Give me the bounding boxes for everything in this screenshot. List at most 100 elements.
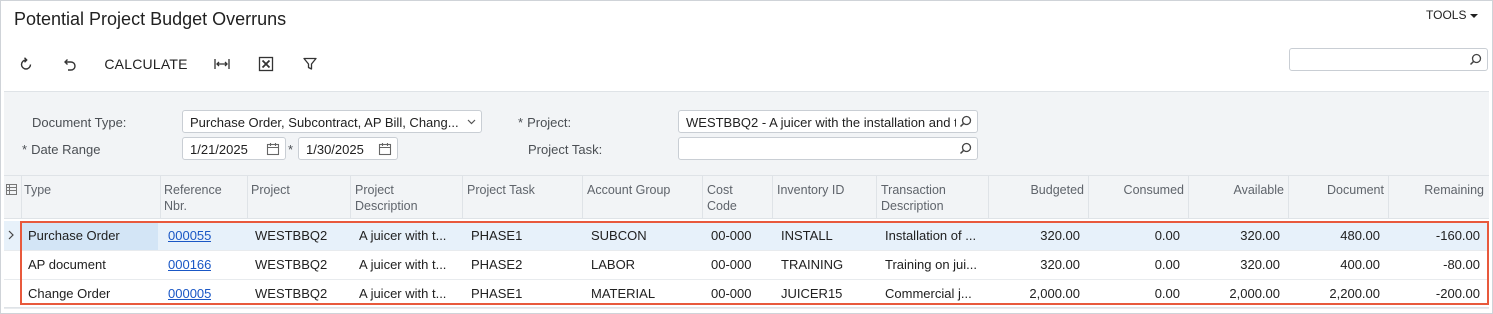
- table-row[interactable]: Purchase Order 000055 WESTBBQ2 A juicer …: [4, 221, 1489, 251]
- cell-account-group[interactable]: LABOR: [591, 257, 635, 272]
- cell-project[interactable]: WESTBBQ2: [255, 228, 327, 243]
- document-type-select[interactable]: Purchase Order, Subcontract, AP Bill, Ch…: [182, 110, 482, 133]
- row-pointer-icon: [8, 230, 14, 240]
- filter-button[interactable]: [298, 50, 322, 78]
- reference-link[interactable]: 000005: [168, 286, 211, 301]
- filter-panel: Document Type: Purchase Order, Subcontra…: [4, 91, 1489, 176]
- col-header-reference[interactable]: Reference Nbr.: [164, 182, 244, 214]
- cell-project[interactable]: WESTBBQ2: [255, 257, 327, 272]
- table-row[interactable]: AP document 000166 WESTBBQ2 A juicer wit…: [4, 250, 1489, 280]
- cell-type[interactable]: AP document: [28, 257, 106, 272]
- excel-icon: [258, 56, 274, 72]
- cell-document[interactable]: 480.00: [1288, 228, 1380, 243]
- col-header-project-description[interactable]: Project Description: [355, 182, 445, 214]
- cell-project-task[interactable]: PHASE1: [471, 286, 522, 301]
- date-from-field[interactable]: 1/21/2025: [182, 137, 286, 160]
- cell-inventory-id[interactable]: JUICER15: [781, 286, 842, 301]
- calculate-button[interactable]: CALCULATE: [100, 50, 192, 78]
- search-icon[interactable]: [959, 142, 972, 155]
- cell-type[interactable]: Purchase Order: [28, 228, 120, 243]
- cell-available[interactable]: 320.00: [1188, 228, 1280, 243]
- cell-document[interactable]: 2,200.00: [1288, 286, 1380, 301]
- grid-header: Type Reference Nbr. Project Project Desc…: [4, 176, 1489, 219]
- refresh-icon: [20, 57, 32, 70]
- project-task-label: Project Task:: [528, 142, 603, 157]
- date-from-value: 1/21/2025: [190, 142, 248, 157]
- export-excel-button[interactable]: [254, 50, 278, 78]
- column-settings-icon[interactable]: [6, 184, 17, 195]
- chevron-down-icon: [467, 119, 476, 125]
- cell-available[interactable]: 320.00: [1188, 257, 1280, 272]
- cell-budgeted[interactable]: 2,000.00: [988, 286, 1080, 301]
- divider: [4, 307, 1489, 308]
- col-header-consumed[interactable]: Consumed: [1088, 182, 1184, 198]
- undo-button[interactable]: [57, 50, 81, 78]
- col-header-document[interactable]: Document: [1288, 182, 1384, 198]
- toolbar: CALCULATE: [0, 50, 1493, 78]
- col-header-budgeted[interactable]: Budgeted: [988, 182, 1084, 198]
- tools-menu[interactable]: TOOLS: [1426, 8, 1479, 22]
- cell-project-description[interactable]: A juicer with t...: [359, 286, 446, 301]
- cell-account-group[interactable]: SUBCON: [591, 228, 647, 243]
- chevron-down-icon: [1470, 13, 1479, 18]
- document-type-label: Document Type:: [32, 115, 127, 130]
- col-header-project-task[interactable]: Project Task: [467, 182, 535, 198]
- search-input[interactable]: [1289, 48, 1488, 71]
- calendar-icon[interactable]: [378, 142, 392, 156]
- cell-remaining[interactable]: -160.00: [1388, 228, 1480, 243]
- page-title: Potential Project Budget Overruns: [14, 9, 287, 29]
- col-header-project[interactable]: Project: [251, 182, 290, 198]
- col-header-cost-code[interactable]: Cost Code: [707, 182, 757, 214]
- calendar-icon[interactable]: [266, 142, 280, 156]
- cell-available[interactable]: 2,000.00: [1188, 286, 1280, 301]
- table-row[interactable]: Change Order 000005 WESTBBQ2 A juicer wi…: [4, 279, 1489, 309]
- col-header-remaining[interactable]: Remaining: [1388, 182, 1484, 198]
- cell-type[interactable]: Change Order: [28, 286, 110, 301]
- refresh-button[interactable]: [14, 50, 38, 78]
- cell-transaction-description[interactable]: Installation of ...: [885, 228, 976, 243]
- cell-project[interactable]: WESTBBQ2: [255, 286, 327, 301]
- document-type-value: Purchase Order, Subcontract, AP Bill, Ch…: [190, 115, 459, 130]
- cell-budgeted[interactable]: 320.00: [988, 257, 1080, 272]
- search-icon[interactable]: [959, 115, 972, 128]
- date-range-label: * Date Range: [22, 142, 101, 157]
- reference-link[interactable]: 000055: [168, 228, 211, 243]
- project-task-selector[interactable]: [678, 137, 978, 160]
- col-header-transaction-description[interactable]: Transaction Description: [881, 182, 981, 214]
- project-label: * Project:: [518, 115, 572, 130]
- cell-project-task[interactable]: PHASE2: [471, 257, 522, 272]
- date-separator: *: [288, 142, 294, 157]
- col-header-type[interactable]: Type: [24, 182, 51, 198]
- cell-cost-code[interactable]: 00-000: [711, 286, 751, 301]
- col-header-available[interactable]: Available: [1188, 182, 1284, 198]
- filter-icon: [303, 57, 317, 70]
- results-grid: Type Reference Nbr. Project Project Desc…: [4, 175, 1489, 309]
- cell-consumed[interactable]: 0.00: [1088, 286, 1180, 301]
- cell-consumed[interactable]: 0.00: [1088, 228, 1180, 243]
- cell-project-description[interactable]: A juicer with t...: [359, 257, 446, 272]
- undo-icon: [64, 59, 76, 71]
- date-to-field[interactable]: 1/30/2025: [298, 137, 398, 160]
- cell-budgeted[interactable]: 320.00: [988, 228, 1080, 243]
- project-value: WESTBBQ2 - A juicer with the installatio…: [686, 115, 956, 130]
- cell-cost-code[interactable]: 00-000: [711, 257, 751, 272]
- cell-transaction-description[interactable]: Commercial j...: [885, 286, 972, 301]
- col-header-inventory-id[interactable]: Inventory ID: [777, 182, 844, 198]
- cell-cost-code[interactable]: 00-000: [711, 228, 751, 243]
- cell-remaining[interactable]: -80.00: [1388, 257, 1480, 272]
- cell-project-task[interactable]: PHASE1: [471, 228, 522, 243]
- cell-inventory-id[interactable]: INSTALL: [781, 228, 833, 243]
- cell-consumed[interactable]: 0.00: [1088, 257, 1180, 272]
- cell-transaction-description[interactable]: Training on jui...: [885, 257, 977, 272]
- cell-project-description[interactable]: A juicer with t...: [359, 228, 446, 243]
- cell-document[interactable]: 400.00: [1288, 257, 1380, 272]
- cell-remaining[interactable]: -200.00: [1388, 286, 1480, 301]
- date-to-value: 1/30/2025: [306, 142, 364, 157]
- project-selector[interactable]: WESTBBQ2 - A juicer with the installatio…: [678, 110, 978, 133]
- col-header-account-group[interactable]: Account Group: [587, 182, 670, 198]
- cell-account-group[interactable]: MATERIAL: [591, 286, 655, 301]
- cell-inventory-id[interactable]: TRAINING: [781, 257, 843, 272]
- reference-link[interactable]: 000166: [168, 257, 211, 272]
- fit-columns-button[interactable]: [210, 50, 234, 78]
- tools-label: TOOLS: [1426, 8, 1467, 22]
